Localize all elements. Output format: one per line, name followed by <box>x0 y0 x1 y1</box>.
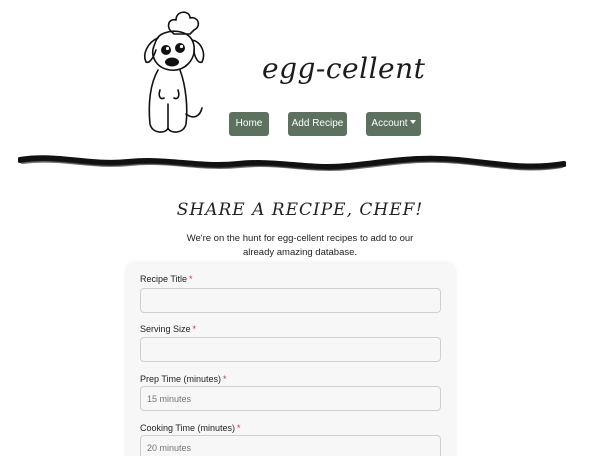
prep-time-input[interactable] <box>140 386 441 411</box>
brush-wave-divider <box>18 155 566 171</box>
cooking-time-label: Cooking Time (minutes) * <box>140 423 241 433</box>
required-marker: * <box>189 274 193 284</box>
serving-size-input[interactable] <box>140 337 441 362</box>
nav-add-recipe-button[interactable]: Add Recipe <box>288 112 347 136</box>
prep-time-label-text: Prep Time (minutes) <box>140 374 222 384</box>
cooking-time-label-text: Cooking Time (minutes) <box>140 423 236 433</box>
nav-account-dropdown[interactable]: Account <box>366 112 421 136</box>
recipe-title-input[interactable] <box>140 288 441 313</box>
required-marker: * <box>223 374 227 384</box>
account-label: Account <box>371 118 408 129</box>
recipe-title-label: Recipe Title * <box>140 274 193 284</box>
site-header: egg-cellent Home Add Recipe Account <box>0 0 600 150</box>
recipe-form: Recipe Title * Serving Size * Prep Time (m… <box>127 264 454 456</box>
intro-text: We're on the hunt for egg-cellent recipe… <box>186 233 414 258</box>
page-title: SHARE A RECIPE, CHEF! <box>176 200 424 220</box>
serving-size-label-text: Serving Size <box>140 324 191 334</box>
recipe-title-label-text: Recipe Title <box>140 274 188 284</box>
nav-home-button[interactable]: Home <box>229 112 269 136</box>
prep-time-label: Prep Time (minutes) * <box>140 374 227 384</box>
brand-name[interactable]: egg-cellent <box>262 52 425 85</box>
main-nav: Home Add Recipe Account <box>0 112 600 136</box>
cooking-time-input[interactable] <box>140 435 441 456</box>
serving-size-label: Serving Size * <box>140 324 196 334</box>
required-marker: * <box>192 324 197 334</box>
required-marker: * <box>237 423 241 433</box>
caret-down-icon <box>409 120 416 125</box>
